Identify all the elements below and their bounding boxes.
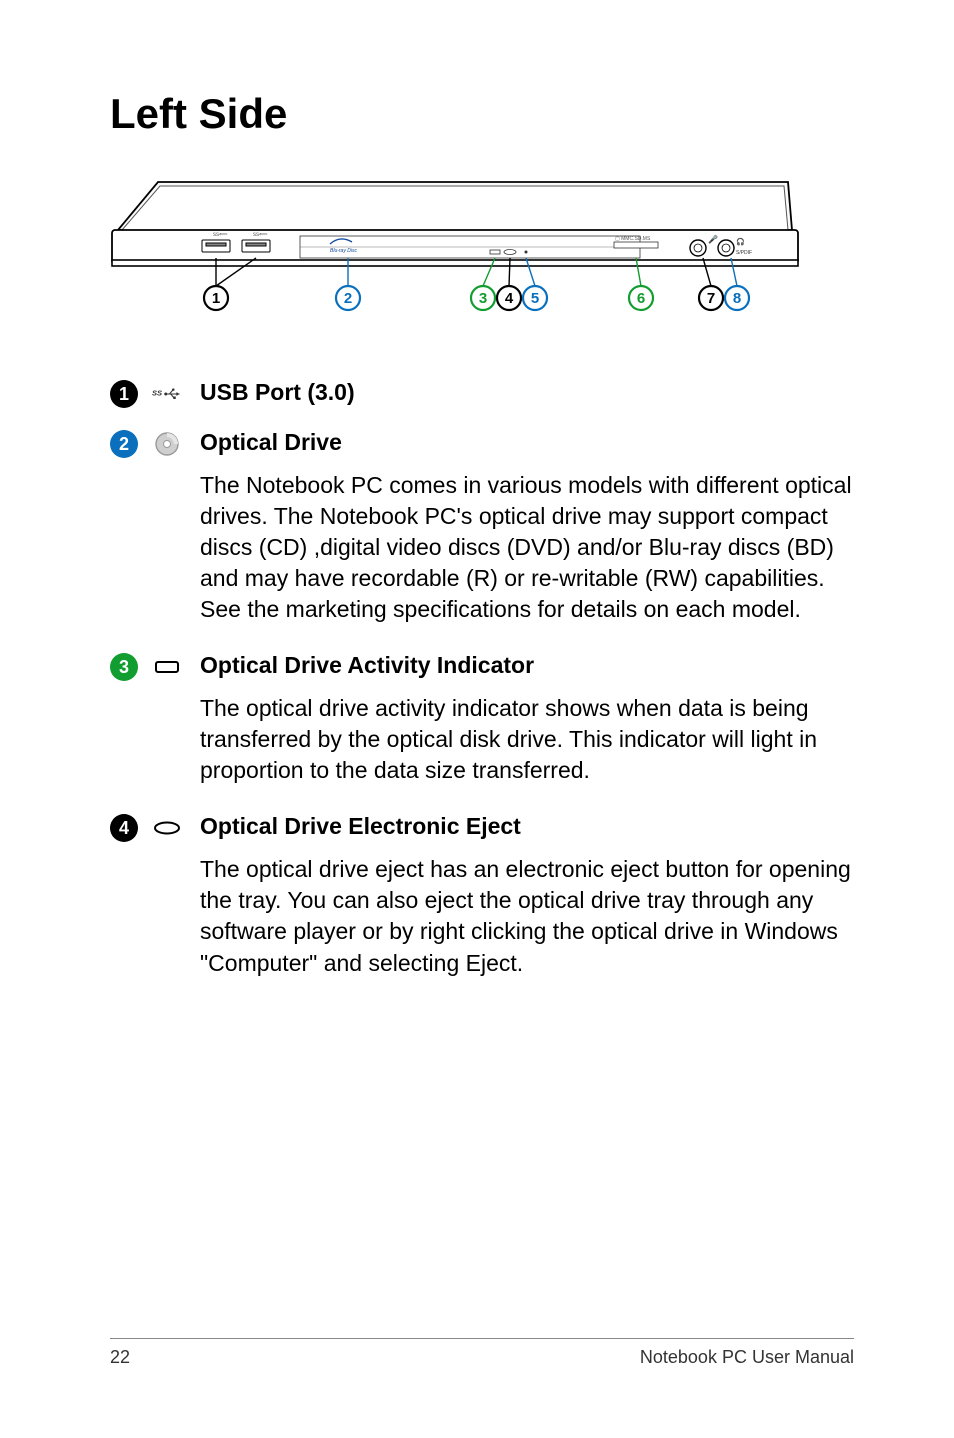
item-heading: Optical Drive — [200, 428, 342, 458]
page-title: Left Side — [110, 90, 854, 138]
item-body-text: The Notebook PC comes in various models … — [110, 470, 854, 625]
item-heading: Optical Drive Activity Indicator — [200, 651, 534, 681]
indicator-rect-icon — [152, 654, 182, 680]
laptop-illustration: ss⟸ ss⟸ Blu-ray Disc ▢ MMC.SD.MS 🎤 🎧 S/P… — [110, 178, 800, 318]
svg-text:SS: SS — [152, 388, 162, 397]
item-heading: Optical Drive Electronic Eject — [200, 812, 521, 842]
svg-text:3: 3 — [479, 290, 487, 307]
svg-text:ss⟸: ss⟸ — [253, 232, 268, 238]
item-number-badge: 3 — [110, 653, 138, 681]
item-list: 1 SS USB Port (3.0) 2 Optical Dr — [110, 378, 854, 979]
svg-text:Blu-ray Disc: Blu-ray Disc — [330, 248, 357, 254]
svg-text:5: 5 — [531, 290, 539, 307]
svg-text:S/PDIF: S/PDIF — [736, 250, 752, 256]
list-item: 2 Optical Drive — [110, 428, 854, 458]
page-number: 22 — [110, 1347, 130, 1368]
svg-text:1: 1 — [212, 290, 220, 307]
item-number-badge: 2 — [110, 430, 138, 458]
svg-text:2: 2 — [344, 290, 352, 307]
item-body-text: The optical drive eject has an electroni… — [110, 854, 854, 978]
item-number-badge: 1 — [110, 380, 138, 408]
svg-text:6: 6 — [637, 290, 645, 307]
svg-text:ss⟸: ss⟸ — [213, 232, 228, 238]
page-footer: 22 Notebook PC User Manual — [110, 1338, 854, 1368]
eject-oval-icon — [152, 815, 182, 841]
disc-icon — [152, 431, 182, 457]
svg-text:4: 4 — [505, 290, 514, 307]
svg-text:▢ MMC.SD.MS: ▢ MMC.SD.MS — [615, 236, 651, 242]
item-body-text: The optical drive activity indicator sho… — [110, 693, 854, 786]
footer-text: Notebook PC User Manual — [640, 1347, 854, 1368]
list-item: 3 Optical Drive Activity Indicator — [110, 651, 854, 681]
list-item: 1 SS USB Port (3.0) — [110, 378, 854, 408]
svg-text:🎧: 🎧 — [736, 237, 745, 246]
svg-text:8: 8 — [733, 290, 741, 307]
svg-text:🎤: 🎤 — [708, 234, 718, 244]
item-heading: USB Port (3.0) — [200, 378, 355, 408]
usb-ss-icon: SS — [152, 381, 182, 407]
item-number-badge: 4 — [110, 814, 138, 842]
list-item: 4 Optical Drive Electronic Eject — [110, 812, 854, 842]
laptop-left-side-figure: ss⟸ ss⟸ Blu-ray Disc ▢ MMC.SD.MS 🎤 🎧 S/P… — [110, 178, 800, 318]
svg-text:7: 7 — [707, 290, 715, 307]
